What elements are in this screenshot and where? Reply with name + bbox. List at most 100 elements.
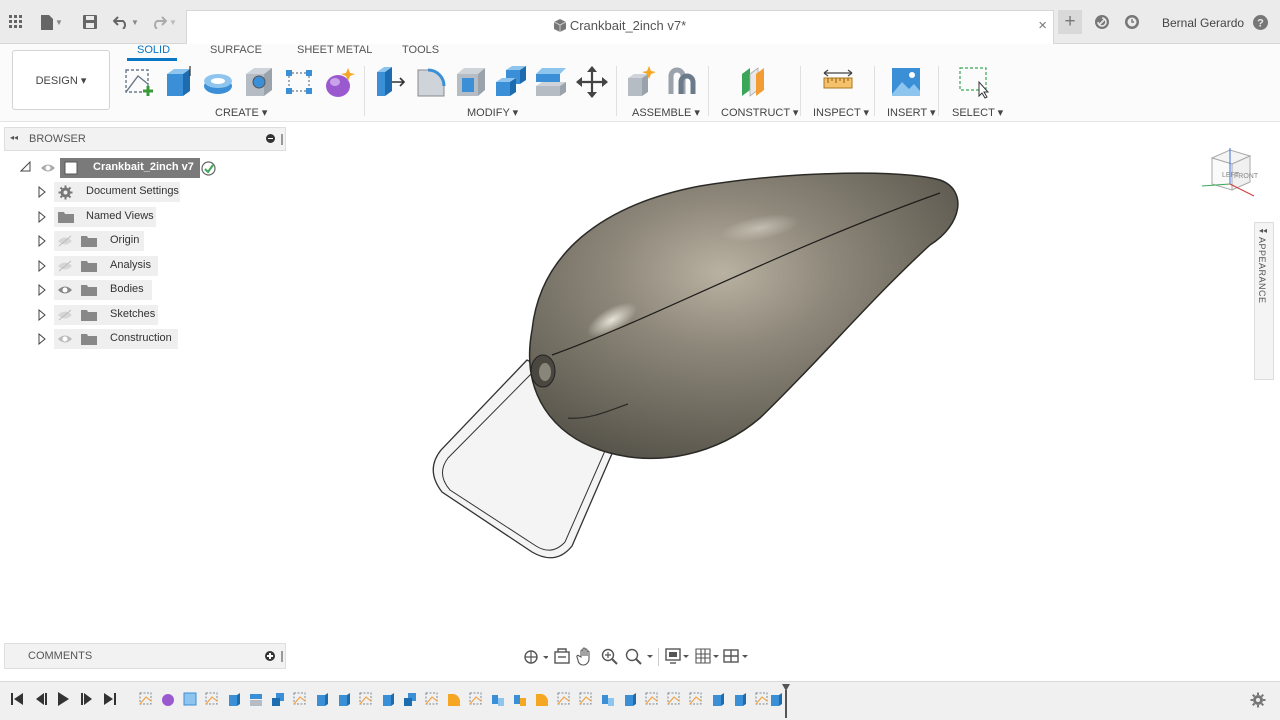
select-window-icon[interactable] — [957, 64, 991, 100]
timeline-extrude-icon[interactable] — [336, 690, 352, 708]
pan-hand-icon[interactable] — [576, 647, 594, 666]
tree-item-bodies[interactable]: Bodies — [0, 280, 290, 300]
timeline-sketch-icon[interactable] — [138, 690, 154, 708]
expand-arrow-icon[interactable] — [38, 333, 46, 345]
step-back-icon[interactable] — [33, 691, 49, 707]
timeline-extrude-icon[interactable] — [732, 690, 748, 708]
timeline-marker[interactable] — [782, 684, 790, 718]
undo-icon[interactable]: ▼ — [110, 12, 142, 32]
display-settings-icon[interactable] — [664, 647, 692, 665]
job-status-icon[interactable] — [1092, 12, 1112, 32]
press-pull-icon[interactable] — [374, 64, 408, 100]
timeline-replace-face-icon[interactable] — [248, 690, 264, 708]
insert-canvas-icon[interactable] — [889, 64, 923, 100]
revolve-icon[interactable] — [201, 64, 235, 100]
tree-item-construction[interactable]: Construction — [0, 329, 290, 349]
play-icon[interactable] — [55, 691, 71, 707]
tab-tools[interactable]: TOOLS — [402, 44, 439, 56]
lure-body[interactable] — [528, 172, 959, 460]
create-sketch-icon[interactable] — [122, 64, 156, 100]
tab-solid[interactable]: SOLID — [137, 44, 170, 56]
timeline-sketch-icon[interactable] — [644, 690, 660, 708]
hole-icon[interactable] — [242, 64, 276, 100]
timeline-extrude-icon[interactable] — [768, 690, 784, 708]
save-icon[interactable] — [80, 12, 100, 32]
timeline-extrude-icon[interactable] — [710, 690, 726, 708]
timeline-combine-icon[interactable] — [270, 690, 286, 708]
combine-icon[interactable] — [494, 64, 528, 100]
inspect-menu[interactable]: INSPECT ▾ — [813, 106, 869, 119]
shell-icon[interactable] — [454, 64, 488, 100]
help-icon[interactable]: ? — [1250, 12, 1270, 32]
new-component-icon[interactable] — [625, 64, 659, 100]
redo-icon[interactable]: ▼ — [148, 12, 180, 32]
minimize-panel-icon[interactable] — [266, 134, 275, 143]
document-tab[interactable]: Crankbait_2inch v7* × — [186, 10, 1054, 44]
select-menu[interactable]: SELECT ▾ — [952, 106, 1003, 119]
tree-item-origin[interactable]: Origin — [0, 231, 290, 251]
measure-icon[interactable] — [821, 64, 855, 100]
expand-arrow-icon[interactable] — [38, 235, 46, 247]
go-to-end-icon[interactable] — [102, 691, 118, 707]
close-tab-icon[interactable]: × — [1038, 17, 1047, 34]
timeline-sketch-icon[interactable] — [556, 690, 572, 708]
timeline-joint-icon[interactable] — [512, 690, 528, 708]
viewports-icon[interactable] — [722, 647, 752, 665]
timeline-joint-icon[interactable] — [600, 690, 616, 708]
appearance-panel-tab[interactable]: ◂◂ APPEARANCE — [1254, 222, 1274, 380]
grid-snap-icon[interactable] — [694, 647, 722, 665]
create-menu[interactable]: CREATE ▾ — [215, 106, 267, 119]
timeline-sketch-icon[interactable] — [688, 690, 704, 708]
app-grid-icon[interactable] — [6, 12, 26, 32]
timeline-sketch-icon[interactable] — [468, 690, 484, 708]
expand-arrow-icon[interactable] — [38, 260, 46, 272]
timeline-fillet-icon[interactable] — [534, 690, 550, 708]
go-to-start-icon[interactable] — [9, 691, 25, 707]
assemble-menu[interactable]: ASSEMBLE ▾ — [632, 106, 700, 119]
timeline-canvas-icon[interactable] — [182, 690, 198, 708]
tree-item-document-settings[interactable]: Document Settings — [0, 182, 290, 202]
viewcube-front-face[interactable]: FRONT — [1234, 173, 1259, 180]
visibility-eye-icon[interactable] — [57, 284, 73, 296]
tree-item-sketches[interactable]: Sketches — [0, 305, 290, 325]
pattern-icon[interactable] — [282, 64, 316, 100]
timeline-sketch-icon[interactable] — [358, 690, 374, 708]
tree-root[interactable]: Crankbait_2inch v7 — [0, 158, 290, 178]
comments-panel-header[interactable]: COMMENTS — [4, 643, 286, 669]
visibility-eye-icon[interactable] — [57, 333, 73, 345]
timeline-form-icon[interactable] — [160, 690, 176, 708]
tab-sheet-metal[interactable]: SHEET METAL — [297, 44, 372, 56]
collapse-root-icon[interactable] — [20, 161, 31, 172]
visibility-off-eye-icon[interactable] — [57, 260, 73, 272]
timeline-fillet-icon[interactable] — [446, 690, 462, 708]
tab-surface[interactable]: SURFACE — [210, 44, 262, 56]
viewcube[interactable]: LEFT FRONT — [1198, 144, 1264, 208]
workspace-switcher[interactable]: DESIGN ▾ — [12, 50, 110, 110]
move-icon[interactable] — [575, 64, 609, 100]
look-at-icon[interactable] — [553, 647, 571, 665]
expand-arrow-icon[interactable] — [38, 211, 46, 223]
timeline-extrude-icon[interactable] — [622, 690, 638, 708]
timeline-settings-gear-icon[interactable] — [1250, 692, 1266, 708]
create-form-icon[interactable] — [322, 64, 356, 100]
timeline-extrude-icon[interactable] — [380, 690, 396, 708]
step-forward-icon[interactable] — [79, 691, 95, 707]
zoom-fit-icon[interactable] — [624, 647, 654, 665]
timeline-sketch-icon[interactable] — [578, 690, 594, 708]
timeline-sketch-icon[interactable] — [424, 690, 440, 708]
new-tab-button[interactable]: + — [1058, 10, 1082, 34]
pin-panel-icon[interactable] — [281, 134, 283, 145]
add-comment-icon[interactable] — [265, 651, 275, 661]
collapse-panel-icon[interactable]: ◂◂ — [10, 133, 18, 142]
visibility-off-eye-icon[interactable] — [57, 235, 73, 247]
insert-menu[interactable]: INSERT ▾ — [887, 106, 936, 119]
fillet-icon[interactable] — [414, 64, 448, 100]
timeline-extrude-icon[interactable] — [314, 690, 330, 708]
tree-item-analysis[interactable]: Analysis — [0, 256, 290, 276]
tree-item-named-views[interactable]: Named Views — [0, 207, 290, 227]
expand-arrow-icon[interactable] — [38, 309, 46, 321]
modify-menu[interactable]: MODIFY ▾ — [467, 106, 518, 119]
timeline-sketch-icon[interactable] — [204, 690, 220, 708]
joint-icon[interactable] — [665, 64, 699, 100]
history-clock-icon[interactable] — [1122, 12, 1142, 32]
